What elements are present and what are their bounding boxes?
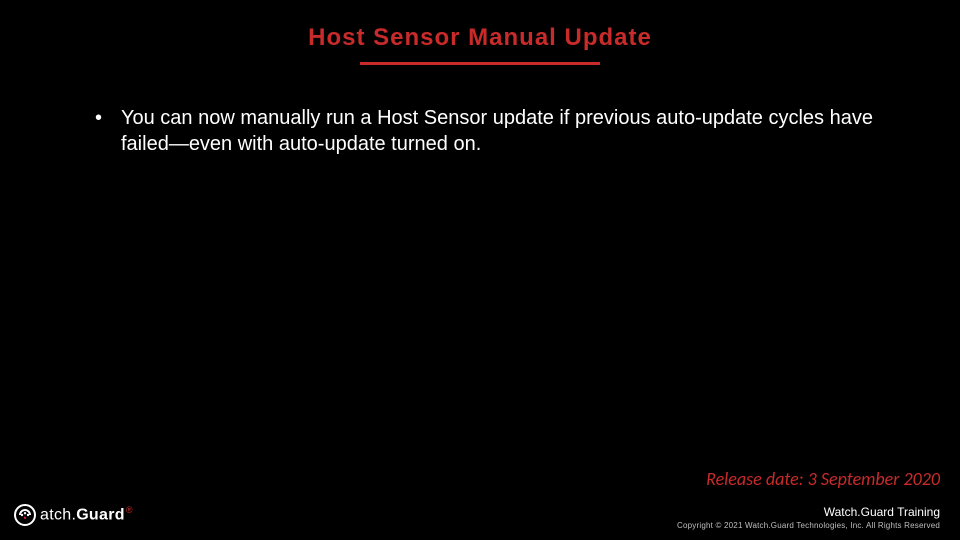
bullet-item: You can now manually run a Host Sensor u… — [95, 105, 900, 157]
slide-title: Host Sensor Manual Update — [0, 0, 960, 52]
slide: Host Sensor Manual Update You can now ma… — [0, 0, 960, 540]
content-area: You can now manually run a Host Sensor u… — [0, 65, 960, 157]
logo-mark-icon — [14, 504, 36, 526]
brand-logo: atch.Guard® — [14, 504, 133, 526]
logo-registered: ® — [126, 505, 133, 515]
logo-text: atch.Guard® — [40, 505, 133, 524]
logo-text-part1: atch. — [40, 507, 76, 524]
footer-right: Watch.Guard Training Copyright © 2021 Wa… — [677, 505, 940, 530]
footer-training: Watch.Guard Training — [677, 505, 940, 519]
logo-text-part2: Guard — [76, 507, 125, 524]
footer-copyright: Copyright © 2021 Watch.Guard Technologie… — [677, 521, 940, 530]
release-date: Release date: 3 September 2020 — [706, 468, 940, 490]
